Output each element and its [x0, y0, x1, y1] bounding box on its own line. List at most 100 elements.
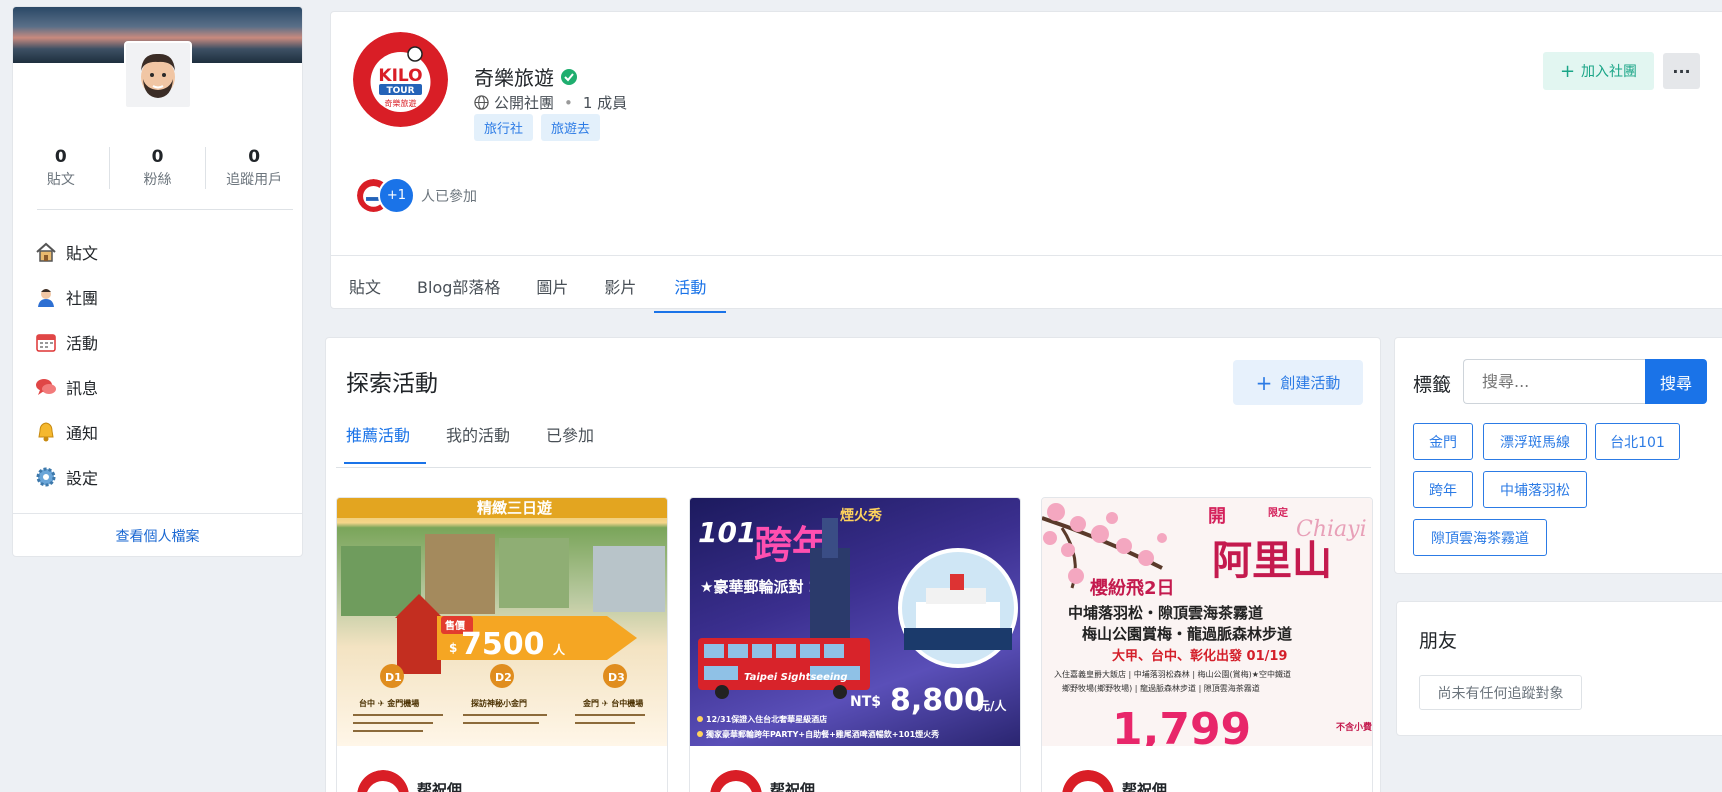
poster-price-unit: 元/人: [978, 698, 1007, 713]
poster-price: 8,800: [890, 683, 985, 718]
tab-my-events[interactable]: 我的活動: [444, 404, 512, 464]
sidebar-item-posts[interactable]: 貼文: [35, 229, 98, 274]
event-organizer[interactable]: 帮祝佣: [357, 770, 462, 792]
sidebar-item-messages[interactable]: 訊息: [35, 364, 98, 409]
sidebar-item-settings[interactable]: 設定: [35, 454, 98, 499]
member-count-bubble[interactable]: +1: [378, 177, 415, 214]
tab-recommended[interactable]: 推薦活動: [344, 404, 427, 464]
event-tabs: 推薦活動 我的活動 已參加: [344, 404, 628, 464]
avatar-face-icon: [141, 53, 175, 98]
event-poster[interactable]: 開 限定 Chiayi 阿里山 櫻紛飛2日 中埔落羽松・隙頂雲海茶霧道 梅山公園…: [1042, 498, 1372, 746]
create-event-label: 創建活動: [1280, 374, 1341, 392]
event-card[interactable]: 精緻三日遊 售價 $ 7500 人 D1 D2 D3 台中 ✈ 金門機場 探訪神…: [336, 497, 668, 792]
divider: [37, 209, 293, 210]
stat-value: 0: [151, 147, 164, 167]
poster-price-note: 不含小費: [1336, 721, 1372, 733]
poster-day-title: 台中 ✈ 金門機場: [359, 698, 419, 708]
group-tags: 旅行社 旅遊去: [474, 114, 608, 141]
avatar[interactable]: [124, 41, 192, 109]
more-options-button[interactable]: ···: [1663, 53, 1700, 89]
stat-posts[interactable]: 0 貼文: [13, 147, 109, 189]
event-organizer[interactable]: 帮祝佣: [1062, 770, 1167, 792]
group-logo[interactable]: KILO TOUR 奇樂旅遊: [353, 32, 448, 127]
tab-joined[interactable]: 已參加: [544, 404, 596, 464]
event-card[interactable]: 101 跨年 煙火秀 ★豪華郵輪派對 2日 Taipei Sightseeing…: [689, 497, 1021, 792]
view-profile-link[interactable]: 查看個人檔案: [13, 513, 302, 556]
poster-price-prefix: NT$: [850, 694, 881, 710]
tags-title: 標籤: [1413, 374, 1452, 396]
friends-empty-state: 尚未有任何追蹤對象: [1419, 675, 1582, 710]
house-icon: [36, 242, 56, 262]
tag-chip[interactable]: 中埔落羽松: [1483, 471, 1587, 508]
poster-line: 中埔落羽松・隙頂雲海茶霧道: [1068, 604, 1263, 622]
tab-blog[interactable]: Blog部落格: [399, 264, 518, 308]
organizer-avatar: [1062, 770, 1114, 792]
divider: [331, 255, 1722, 256]
tag-chip[interactable]: 跨年: [1413, 471, 1473, 508]
poster-departure: 大甲、台中、彰化出發 01/19: [1112, 648, 1287, 664]
poster-line: 梅山公園賞梅・龍過脈森林步道: [1082, 625, 1292, 643]
gear-icon: [36, 467, 56, 486]
members-preview: +1 人已參加: [355, 177, 477, 214]
organizer-logo-icon: [710, 770, 762, 792]
tag-search-input[interactable]: [1463, 359, 1646, 404]
poster-note: 獨家豪華郵輪跨年PARTY+自助餐+雞尾酒啤酒暢飲+101煙火秀: [705, 729, 940, 739]
plus-icon: +: [1559, 60, 1576, 82]
stat-value: 0: [54, 147, 67, 167]
poster-subtitle: 櫻紛飛2日: [1089, 577, 1175, 599]
group-tag[interactable]: 旅行社: [474, 114, 534, 141]
kilo-tour-logo: KILO TOUR 奇樂旅遊: [353, 32, 448, 127]
join-group-button[interactable]: + 加入社團: [1543, 52, 1654, 90]
stat-label: 粉絲: [143, 172, 172, 188]
stat-label: 貼文: [46, 172, 75, 188]
members-joined-label: 人已參加: [421, 188, 477, 205]
join-group-label: 加入社團: [1581, 64, 1638, 80]
poster-day-title: 探訪神秘小金門: [471, 698, 527, 708]
create-event-button[interactable]: + 創建活動: [1233, 360, 1363, 405]
nye-poster-art: 101 跨年 煙火秀 ★豪華郵輪派對 2日 Taipei Sightseeing…: [697, 507, 1018, 739]
tab-videos[interactable]: 影片: [586, 264, 654, 308]
sidebar-item-label: 設定: [66, 468, 99, 488]
profile-card: 0 貼文 0 粉絲 0 追蹤用戶 貼文 社團 活動 訊息 通知 設定 查看個人檔…: [12, 6, 303, 557]
sidebar-item-label: 活動: [66, 333, 99, 353]
divider: [336, 467, 1371, 468]
poster-badge: 限定: [1268, 506, 1288, 519]
calendar-icon: [36, 333, 56, 352]
stat-followers[interactable]: 0 粉絲: [108, 147, 207, 189]
chat-icon: [36, 378, 56, 395]
tab-posts[interactable]: 貼文: [331, 264, 399, 308]
sidebar-item-notifications[interactable]: 通知: [35, 409, 98, 454]
globe-icon: [474, 95, 489, 110]
event-organizer[interactable]: 帮祝佣: [710, 770, 815, 792]
poster-headline: 精緻三日遊: [477, 499, 552, 517]
organizer-avatar: [357, 770, 409, 792]
tab-events[interactable]: 活動: [654, 264, 727, 313]
bell-icon: [38, 421, 54, 441]
tag-chip[interactable]: 金門: [1413, 423, 1473, 460]
tag-chip[interactable]: 隙頂雲海茶霧道: [1413, 519, 1547, 556]
sidebar-item-groups[interactable]: 社團: [35, 274, 98, 319]
sidebar-item-label: 社團: [66, 288, 99, 308]
sidebar-item-events[interactable]: 活動: [35, 319, 98, 364]
group-tag[interactable]: 旅遊去: [541, 114, 601, 141]
sidebar-item-label: 貼文: [66, 243, 99, 263]
tag-chip[interactable]: 台北101: [1595, 423, 1680, 460]
organizer-logo-icon: [1062, 770, 1114, 792]
event-poster[interactable]: 101 跨年 煙火秀 ★豪華郵輪派對 2日 Taipei Sightseeing…: [690, 498, 1020, 746]
stat-following[interactable]: 0 追蹤用戶: [206, 147, 302, 189]
organizer-name: 帮祝佣: [770, 780, 816, 792]
event-card[interactable]: 開 限定 Chiayi 阿里山 櫻紛飛2日 中埔落羽松・隙頂雲海茶霧道 梅山公園…: [1041, 497, 1373, 792]
verified-badge-icon: [561, 68, 577, 85]
tag-search-button[interactable]: 搜尋: [1645, 359, 1707, 404]
poster-note: 12/31保證入住台北奢華星級酒店: [706, 714, 827, 724]
sidebar-nav: 貼文 社團 活動 訊息 通知 設定: [35, 229, 98, 499]
person-icon: [38, 288, 54, 307]
group-tabs: 貼文 Blog部落格 圖片 影片 活動: [331, 264, 727, 313]
tag-chip[interactable]: 漂浮斑馬線: [1483, 423, 1587, 460]
logo-text: KILO: [378, 66, 422, 86]
poster-detail: 鄉野牧場(鄉野牧場) | 龍過脈森林步道 | 隙頂雲海茶霧道: [1062, 683, 1260, 693]
event-poster[interactable]: 精緻三日遊 售價 $ 7500 人 D1 D2 D3 台中 ✈ 金門機場 探訪神…: [337, 498, 667, 746]
friends-card: 朋友 尚未有任何追蹤對象: [1396, 601, 1722, 736]
tags-card: 標籤 搜尋 金門 漂浮斑馬線 台北101 跨年 中埔落羽松 隙頂雲海茶霧道: [1394, 337, 1722, 574]
tab-photos[interactable]: 圖片: [518, 264, 586, 308]
